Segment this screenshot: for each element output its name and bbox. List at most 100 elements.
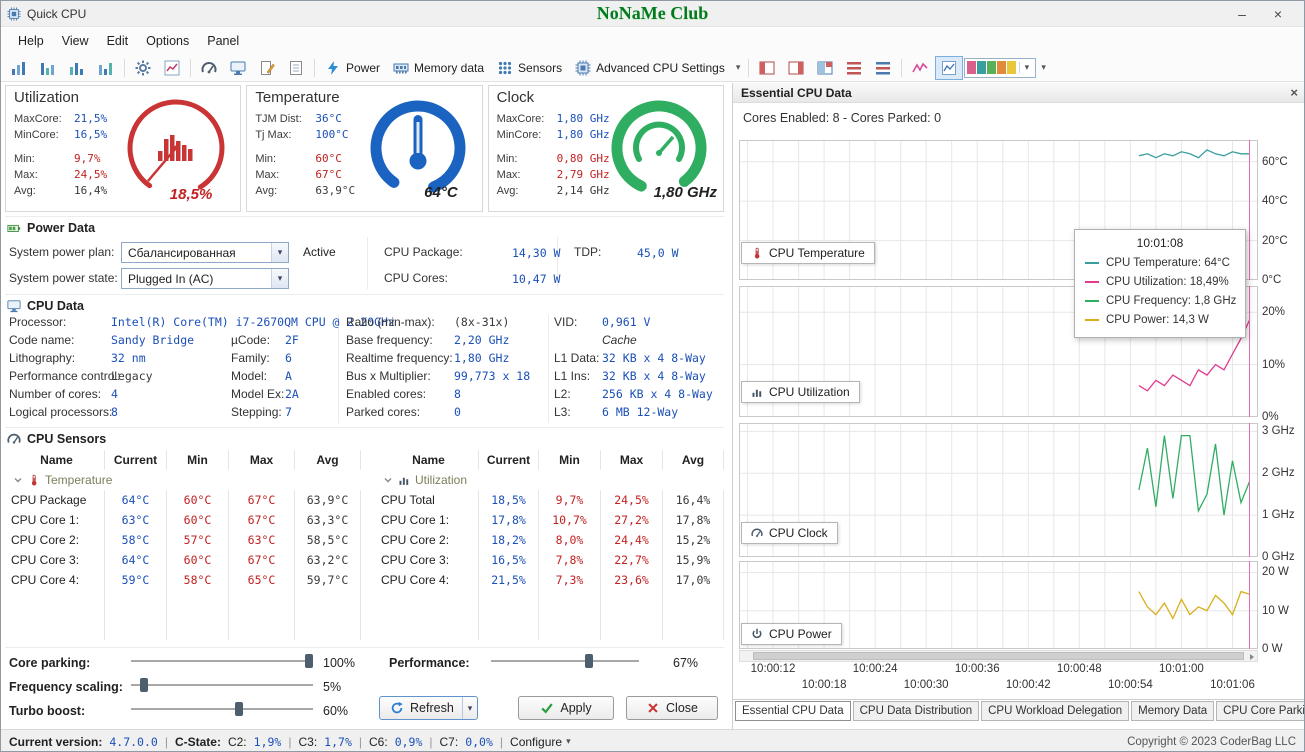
table-row: CPU Core 1: 63°C 60°C 67°C 63,3°C (9, 510, 361, 530)
stat-value: 16,5% (74, 128, 108, 141)
separator: | (429, 734, 433, 749)
sensors-button[interactable]: Sensors (491, 56, 568, 80)
cpu-utilization-tag[interactable]: CPU Utilization (741, 381, 860, 403)
app-icon (7, 7, 21, 21)
toolbar-overflow-dropdown[interactable]: ▾ (1037, 59, 1050, 76)
pencil-doc-icon (259, 60, 275, 76)
utilization-group-row[interactable]: Utilization (379, 470, 724, 490)
speedometer-icon (201, 60, 217, 76)
layout-right-button[interactable] (782, 56, 810, 80)
menu-options[interactable]: Options (137, 30, 198, 52)
menu-edit[interactable]: Edit (98, 30, 138, 52)
menu-view[interactable]: View (53, 30, 98, 52)
col-name: Name (9, 450, 105, 470)
utilization-panel: Utilization MaxCore: 21,5% MinCore: 16,5% … (5, 85, 242, 212)
rows-view-alt-button[interactable] (869, 56, 897, 80)
sensor-avg: 63,3°C (295, 510, 361, 530)
sensor-current: 17,8% (479, 510, 539, 530)
quick-cpu-window: Quick CPU NoNaMe Club – × Help View Edit… (0, 0, 1305, 752)
scroll-right-icon[interactable] (1245, 651, 1257, 661)
utilization-sensor-table: Name Current Min Max Avg Utilization CPU Tot… (379, 450, 724, 640)
frequency-scaling-slider[interactable] (131, 677, 313, 693)
separator: | (288, 734, 292, 749)
slider-thumb[interactable] (305, 654, 313, 668)
minimize-button[interactable]: – (1232, 6, 1252, 22)
tooltip-row: CPU Power: 14,3 W (1085, 310, 1235, 329)
edit-profile-button[interactable] (253, 56, 281, 80)
configure-menu[interactable]: Configure ▾ (510, 735, 571, 749)
kv-label: L1 Ins: (554, 369, 591, 383)
menu-help[interactable]: Help (9, 30, 53, 52)
display-button[interactable] (224, 56, 252, 80)
cpu-power-tag[interactable]: CPU Power (741, 623, 842, 645)
memory-data-button[interactable]: Memory data (387, 56, 490, 80)
y-axis-label: 20 W (1262, 566, 1289, 579)
cpu-temperature-tag[interactable]: CPU Temperature (741, 242, 875, 264)
refresh-dropdown[interactable]: ▾ (461, 697, 478, 719)
utilization-stats: MaxCore: 21,5% MinCore: 16,5% Min: 9,7% Max… (14, 111, 107, 199)
power-plan-select[interactable]: Сбалансированная ▾ (121, 242, 289, 263)
kv-value: 2A (285, 387, 299, 401)
line-graph-button[interactable] (906, 56, 934, 80)
tab-cpu-workload-delegation[interactable]: CPU Workload Delegation (981, 701, 1130, 721)
c7-value: 0,0% (465, 734, 493, 749)
chart-scrollbar[interactable] (739, 650, 1258, 751)
kv-label: Logical processors: (9, 405, 113, 419)
layout-left-button[interactable] (753, 56, 781, 80)
tab-essential-cpu-data[interactable]: Essential CPU Data (735, 701, 851, 721)
core-parking-slider[interactable] (131, 653, 313, 669)
essential-cpu-data-toggle[interactable] (935, 55, 964, 80)
c7-label: C7: (439, 734, 459, 749)
chart-color-scheme-select[interactable]: ▾ (964, 57, 1037, 78)
tab-cpu-data-distribution[interactable]: CPU Data Distribution (852, 701, 980, 721)
slider-thumb[interactable] (235, 702, 244, 716)
advanced-cpu-settings-dropdown[interactable]: ▾ (732, 59, 745, 76)
statusbar: Current version: 4.7.0.0 | C-State: C2: … (1, 729, 1304, 751)
graph-style-3-icon[interactable] (63, 56, 91, 80)
battery-icon (7, 221, 21, 235)
temperature-gauge-dial (370, 100, 466, 196)
temperature-reading: 64°C (424, 184, 458, 201)
essential-cpu-data-panel: Essential CPU Data × Cores Enabled: 8 - … (732, 83, 1304, 751)
chart-box-icon (164, 60, 180, 76)
cpu-data-section: CPU Data Processor: Intel(R) Core(TM) i7-… (5, 294, 724, 427)
tooltip-row: CPU Utilization: 18,49% (1085, 272, 1235, 291)
settings-button[interactable] (129, 56, 157, 80)
kv-label: L2: (554, 387, 571, 401)
bar-chart-icon (69, 60, 85, 76)
kv-label: Realtime frequency: (346, 351, 453, 365)
time-tick: 10:01:00 (1159, 663, 1204, 675)
apply-button[interactable]: Apply (518, 696, 614, 720)
temperature-group-row[interactable]: Temperature (9, 470, 361, 490)
graph-style-2-icon[interactable] (34, 56, 62, 80)
power-button[interactable]: Power (319, 56, 386, 80)
performance-slider[interactable] (491, 653, 639, 669)
rows-view-button[interactable] (840, 56, 868, 80)
layout-split-button[interactable] (811, 56, 839, 80)
cpu-clock-tag[interactable]: CPU Clock (741, 522, 838, 544)
performance-monitor-button[interactable] (195, 56, 223, 80)
panel-close-icon[interactable]: × (1290, 85, 1298, 100)
close-window-button[interactable]: × (1268, 6, 1288, 22)
power-state-select[interactable]: Plugged In (AC) ▾ (121, 268, 289, 289)
refresh-button[interactable]: Refresh ▾ (379, 696, 479, 720)
power-series-swatch (1085, 318, 1099, 321)
graph-window-button[interactable] (158, 56, 186, 80)
turbo-boost-slider[interactable] (131, 701, 313, 717)
graph-style-4-icon[interactable] (92, 56, 120, 80)
menu-panel[interactable]: Panel (198, 30, 248, 52)
tab-memory-data[interactable]: Memory Data (1131, 701, 1215, 721)
sensor-min: 9,7% (539, 490, 601, 510)
scrollbar-thumb[interactable] (753, 652, 1244, 660)
sensor-current: 59°C (105, 570, 167, 590)
tab-cpu-core-parking[interactable]: CPU Core Parking (1216, 701, 1304, 721)
power-plan-label: System power plan: (9, 245, 115, 259)
stat-value: 36°C (315, 112, 342, 125)
close-button[interactable]: Close (626, 696, 718, 720)
advanced-cpu-settings-button[interactable]: Advanced CPU Settings (569, 56, 731, 80)
report-button[interactable] (282, 56, 310, 80)
slider-thumb[interactable] (584, 654, 593, 668)
graph-style-1-icon[interactable] (5, 56, 33, 80)
slider-thumb[interactable] (139, 678, 148, 692)
chart-tag-label: CPU Clock (769, 526, 828, 540)
